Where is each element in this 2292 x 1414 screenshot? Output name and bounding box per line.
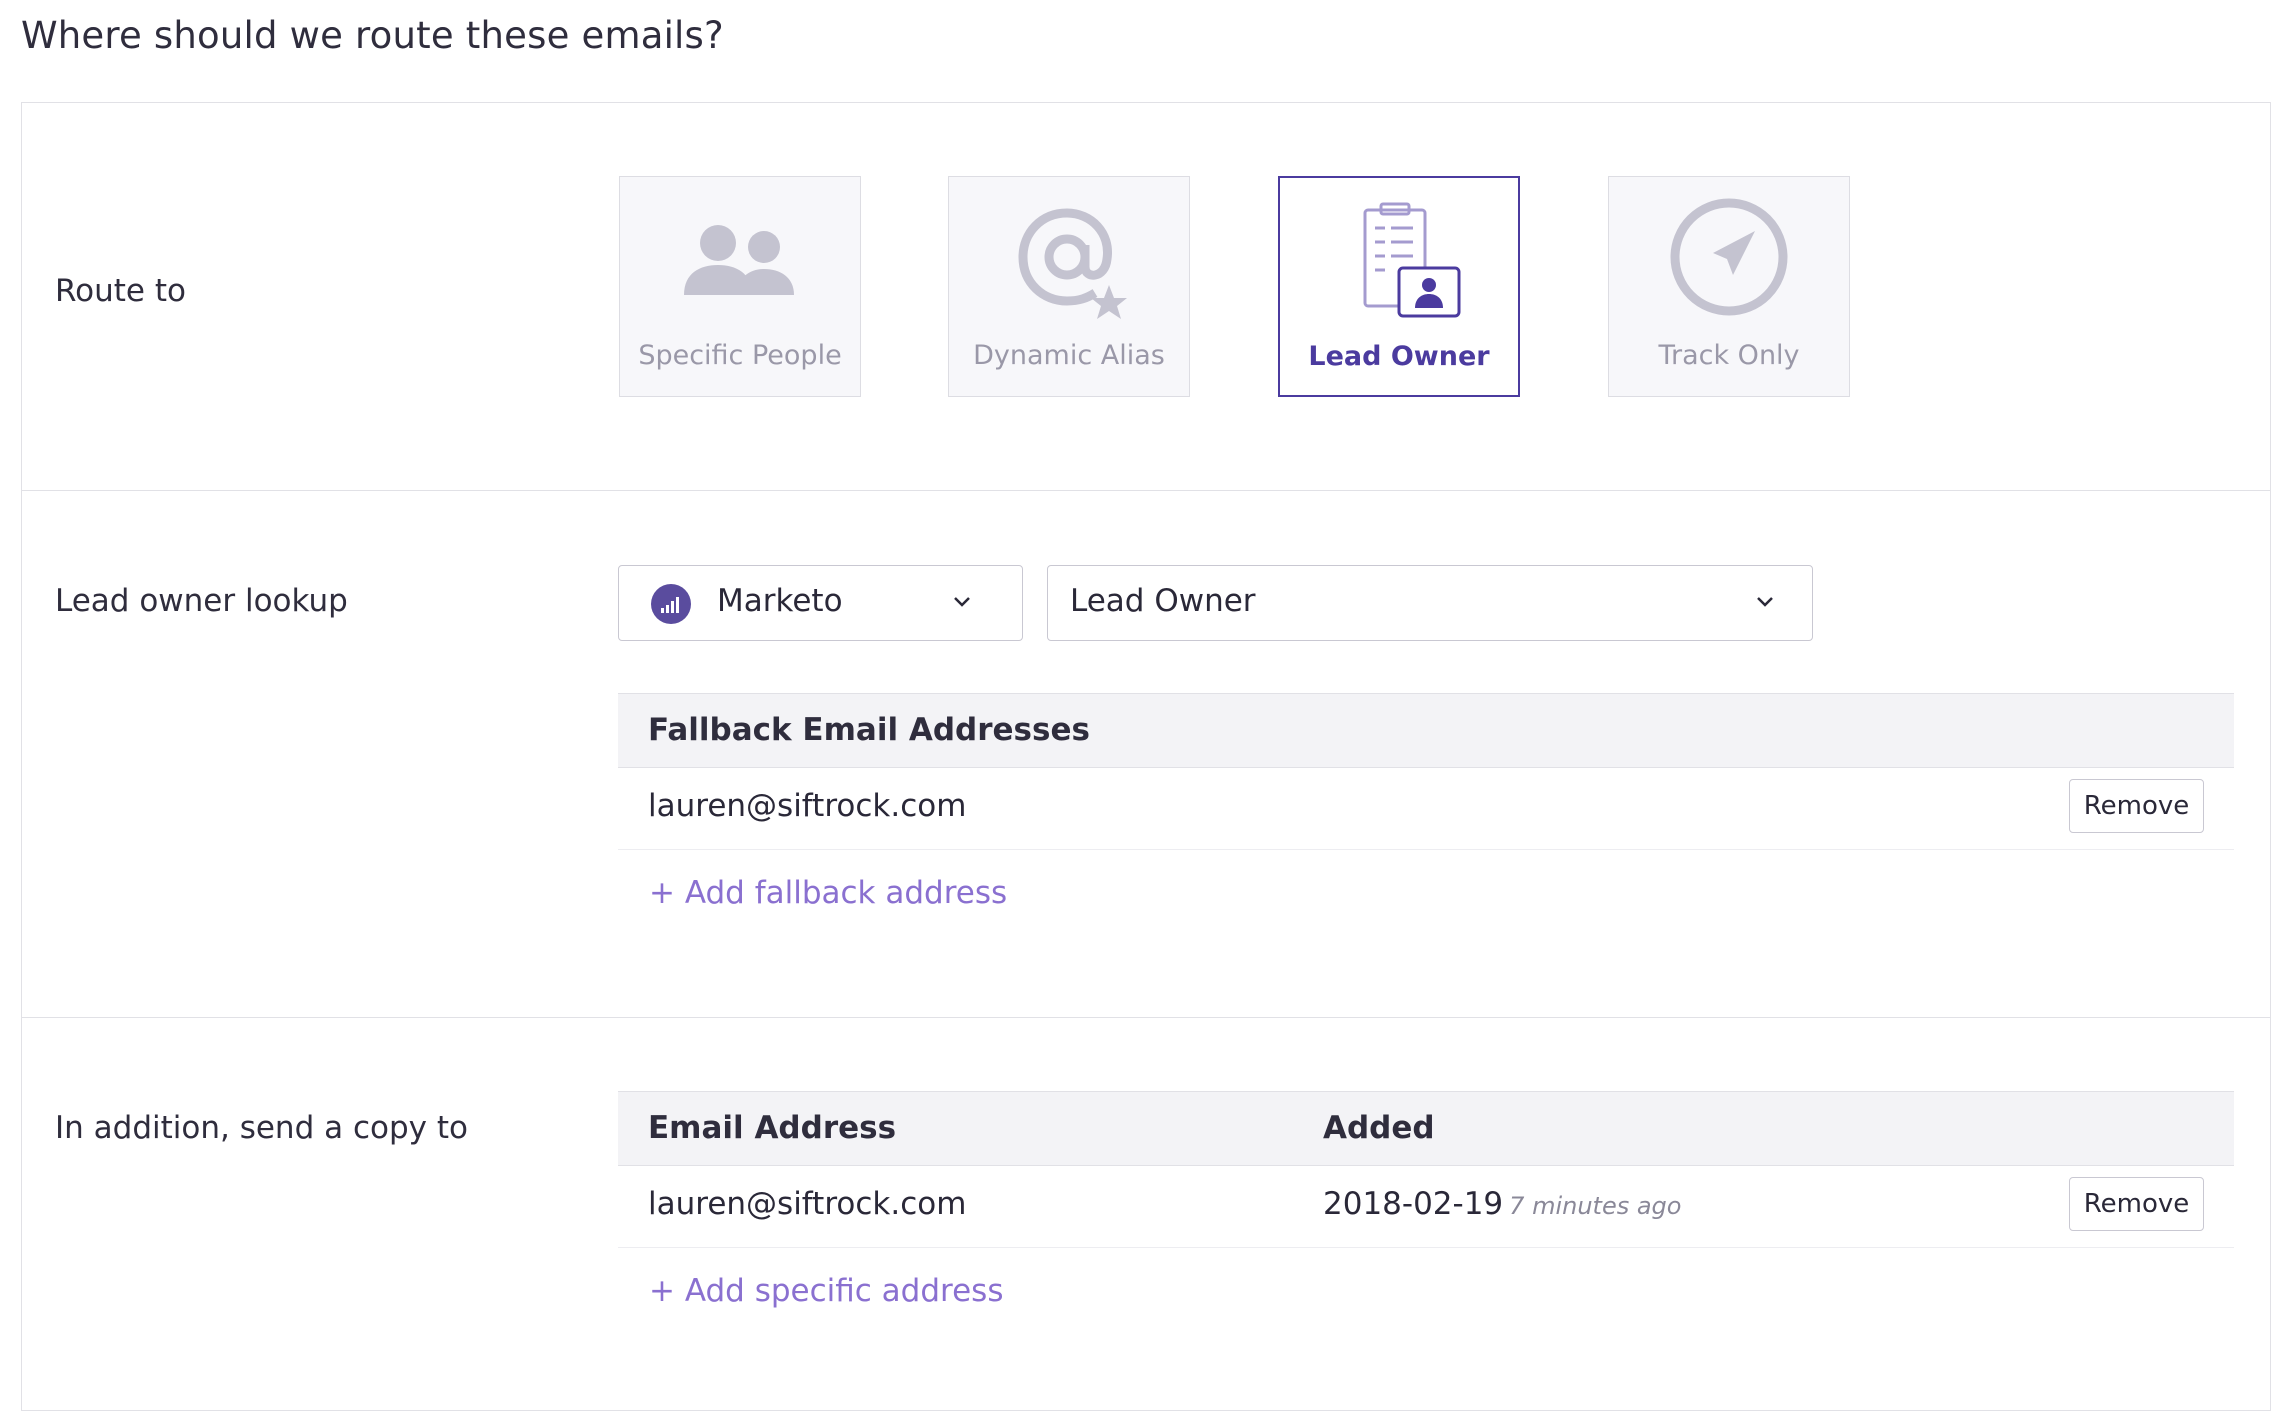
lead-owner-lookup-label: Lead owner lookup <box>55 583 348 619</box>
fallback-email-table: Fallback Email Addresses lauren@siftrock… <box>618 693 2234 911</box>
column-header-fallback: Fallback Email Addresses <box>648 712 1090 748</box>
page-title: Where should we route these emails? <box>21 14 724 57</box>
add-specific-address-link[interactable]: + Add specific address <box>649 1273 1003 1309</box>
route-option-label: Track Only <box>1658 340 1800 371</box>
added-date-value: 2018-02-19 <box>1323 1186 1504 1222</box>
table-header: Fallback Email Addresses <box>618 693 2234 768</box>
lookup-source-value: Marketo <box>717 583 843 619</box>
send-copy-label: In addition, send a copy to <box>55 1110 468 1146</box>
chevron-down-icon <box>954 597 970 607</box>
marketo-logo-icon <box>651 584 691 624</box>
add-fallback-address-link[interactable]: + Add fallback address <box>649 875 1007 911</box>
added-relative-time: 7 minutes ago <box>1509 1192 1682 1220</box>
remove-button[interactable]: Remove <box>2069 1177 2204 1231</box>
route-option-label: Dynamic Alias <box>973 340 1165 371</box>
lookup-field-value: Lead Owner <box>1070 583 1256 619</box>
routing-panel: Route to Specific People Dynamic Alias L… <box>21 102 2271 1411</box>
column-header-added: Added <box>1323 1110 1435 1146</box>
route-to-row: Route to Specific People Dynamic Alias L… <box>22 103 2270 490</box>
route-option-dynamic-alias[interactable]: Dynamic Alias <box>948 176 1190 397</box>
added-date: 2018-02-19 7 minutes ago <box>1323 1186 1681 1222</box>
route-to-label: Route to <box>55 273 186 309</box>
route-option-lead-owner[interactable]: Lead Owner <box>1278 176 1520 397</box>
route-option-specific-people[interactable]: Specific People <box>619 176 861 397</box>
copy-email: lauren@siftrock.com <box>648 1186 967 1222</box>
send-copy-row: In addition, send a copy to Email Addres… <box>22 1017 2270 1412</box>
at-star-icon <box>1018 208 1127 319</box>
route-option-track-only[interactable]: Track Only <box>1608 176 1850 397</box>
table-row: lauren@siftrock.com 2018-02-19 7 minutes … <box>618 1166 2234 1248</box>
copy-email-table: Email Address Added lauren@siftrock.com … <box>618 1091 2234 1309</box>
column-header-email: Email Address <box>648 1110 897 1146</box>
people-icon <box>684 225 794 295</box>
chevron-down-icon <box>1757 597 1773 607</box>
route-option-label: Lead Owner <box>1308 341 1490 372</box>
lookup-source-select[interactable]: Marketo <box>618 565 1023 641</box>
fallback-email: lauren@siftrock.com <box>648 788 967 824</box>
clipboard-person-icon <box>1363 202 1461 318</box>
navigation-arrow-icon <box>1670 198 1788 316</box>
remove-button[interactable]: Remove <box>2069 779 2204 833</box>
lookup-field-select[interactable]: Lead Owner <box>1047 565 1813 641</box>
lead-owner-lookup-row: Lead owner lookup Marketo Lead Owner Fal <box>22 490 2270 1017</box>
table-row: lauren@siftrock.com Remove <box>618 768 2234 850</box>
route-option-label: Specific People <box>638 340 842 371</box>
table-header: Email Address Added <box>618 1091 2234 1166</box>
